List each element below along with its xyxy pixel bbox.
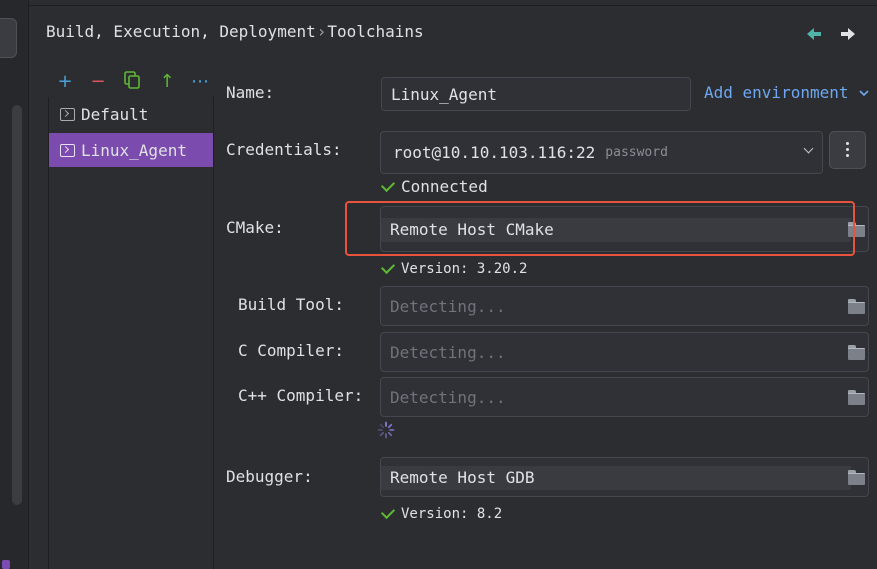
highlight-box bbox=[345, 201, 855, 256]
add-environment-label: Add environment bbox=[704, 83, 849, 102]
terminal-icon bbox=[60, 107, 75, 121]
top-divider bbox=[28, 0, 877, 6]
copy-icon bbox=[124, 71, 140, 89]
name-label: Name: bbox=[226, 83, 275, 102]
c-compiler-label: C Compiler: bbox=[238, 341, 344, 360]
debugger-version: Version: 8.2 bbox=[380, 504, 503, 522]
check-icon bbox=[380, 177, 396, 192]
arrow-left-icon bbox=[807, 28, 821, 40]
build-tool-placeholder: Detecting... bbox=[390, 296, 506, 316]
name-value: Linux_Agent bbox=[391, 84, 497, 104]
breadcrumb-parent[interactable]: Build, Execution, Deployment bbox=[46, 22, 316, 41]
terminal-icon bbox=[60, 143, 75, 157]
debugger-value: Remote Host GDB bbox=[390, 467, 535, 487]
breadcrumb-separator: › bbox=[316, 22, 327, 41]
forward-button[interactable] bbox=[840, 22, 860, 46]
cxx-compiler-field[interactable]: Detecting... bbox=[380, 377, 869, 417]
add-toolchain-button[interactable]: + bbox=[55, 70, 75, 94]
more-vertical-icon bbox=[846, 142, 850, 158]
credentials-value: root@10.10.103.116:22 bbox=[393, 143, 596, 162]
build-tool-field[interactable]: Detecting... bbox=[380, 286, 869, 326]
check-icon bbox=[380, 504, 396, 520]
folder-icon[interactable] bbox=[848, 345, 866, 360]
add-environment-link[interactable]: Add environment bbox=[704, 83, 870, 102]
cmake-label: CMake: bbox=[226, 218, 284, 237]
toolchain-item-label: Default bbox=[81, 104, 149, 124]
toolchain-item-label: Linux_Agent bbox=[81, 140, 187, 160]
more-options-button[interactable]: ⋯ bbox=[190, 70, 210, 94]
breadcrumb-current: Toolchains bbox=[327, 22, 424, 41]
cmake-version-text: Version: 3.20.2 bbox=[401, 261, 528, 277]
cxx-compiler-placeholder: Detecting... bbox=[390, 387, 506, 407]
left-scrollbar[interactable] bbox=[12, 105, 22, 505]
chevron-down-icon bbox=[804, 145, 814, 155]
name-field[interactable]: Linux_Agent bbox=[381, 77, 691, 111]
remove-toolchain-button[interactable]: − bbox=[88, 70, 108, 94]
copy-toolchain-button[interactable] bbox=[122, 70, 142, 94]
debugger-label: Debugger: bbox=[226, 467, 313, 486]
toolchain-list: Default Linux_Agent bbox=[48, 97, 214, 569]
loading-spinner-icon bbox=[377, 421, 395, 439]
chevron-down-icon bbox=[859, 90, 869, 97]
folder-icon[interactable] bbox=[848, 470, 866, 485]
toolchain-item-default[interactable]: Default bbox=[49, 97, 213, 131]
credentials-menu-button[interactable] bbox=[829, 131, 866, 169]
credentials-auth: password bbox=[605, 145, 668, 160]
move-up-button[interactable]: ↑ bbox=[157, 70, 177, 94]
c-compiler-placeholder: Detecting... bbox=[390, 342, 506, 362]
connection-status-text: Connected bbox=[401, 177, 488, 196]
folder-icon[interactable] bbox=[848, 390, 866, 405]
credentials-select[interactable]: root@10.10.103.116:22 password bbox=[380, 131, 823, 174]
credentials-label: Credentials: bbox=[226, 140, 342, 159]
connection-status: Connected bbox=[380, 177, 488, 196]
cmake-version: Version: 3.20.2 bbox=[380, 259, 528, 277]
build-tool-label: Build Tool: bbox=[238, 295, 344, 314]
debugger-field[interactable]: Remote Host GDB bbox=[380, 457, 869, 497]
folder-icon[interactable] bbox=[848, 299, 866, 314]
breadcrumb: Build, Execution, Deployment›Toolchains bbox=[46, 22, 424, 41]
back-button[interactable] bbox=[806, 22, 826, 46]
c-compiler-field[interactable]: Detecting... bbox=[380, 332, 869, 372]
left-panel-strip bbox=[0, 0, 29, 569]
check-icon bbox=[380, 259, 396, 275]
debugger-version-text: Version: 8.2 bbox=[401, 506, 503, 522]
cxx-compiler-label: C++ Compiler: bbox=[238, 386, 364, 405]
left-indicator bbox=[2, 560, 10, 569]
toolchain-item-linux-agent[interactable]: Linux_Agent bbox=[49, 133, 213, 167]
collapse-tab[interactable] bbox=[0, 18, 17, 58]
arrow-right-icon bbox=[841, 28, 855, 40]
